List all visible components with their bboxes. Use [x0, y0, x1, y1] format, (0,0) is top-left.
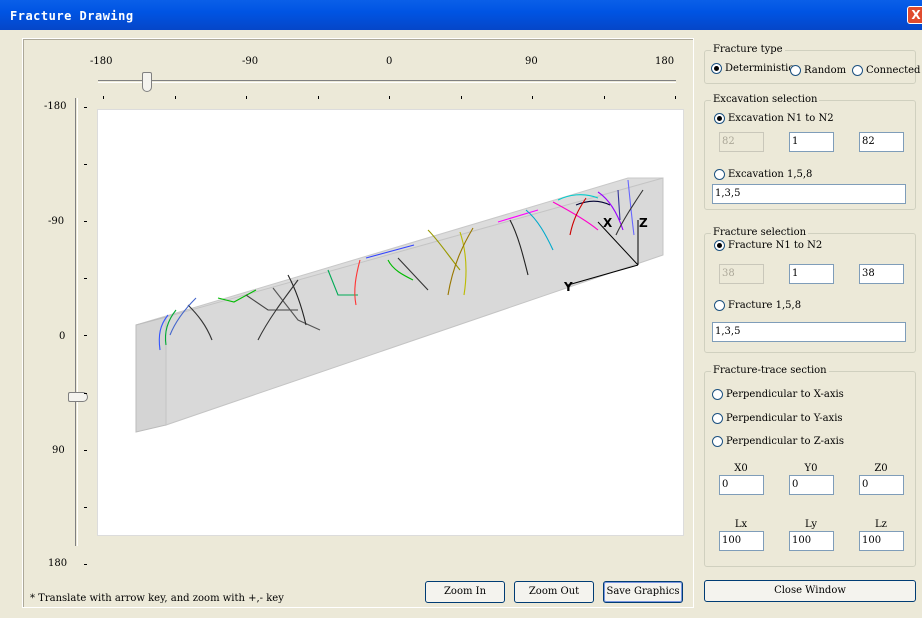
h-scale-label: -180	[90, 56, 113, 67]
lz-input[interactable]: 100	[859, 531, 904, 551]
radio-perpendicular-y[interactable]	[712, 413, 723, 424]
fracture-n2-input[interactable]: 38	[859, 264, 904, 284]
v-tick-mark	[84, 335, 87, 336]
tunnel-right-wall	[165, 177, 664, 426]
vertical-rotation-slider[interactable]	[75, 98, 78, 546]
y0-label: Y0	[804, 463, 818, 474]
h-tick-mark	[318, 96, 319, 99]
fracture-trace-section-legend: Fracture-trace section	[711, 365, 829, 376]
horizontal-slider-thumb[interactable]	[142, 72, 152, 92]
h-tick-mark	[246, 96, 247, 99]
zoom-out-button[interactable]: Zoom Out	[514, 581, 594, 603]
fracture-count-field: 38	[719, 264, 764, 284]
fracture-n1-input[interactable]: 1	[789, 264, 834, 284]
fracture-3d-canvas[interactable]: Y X Z	[97, 109, 684, 536]
perpendicular-z-label[interactable]: Perpendicular to Z-axis	[726, 436, 844, 447]
h-scale-label: 90	[525, 56, 538, 67]
connected-label[interactable]: Connected	[866, 65, 920, 76]
lx-label: Lx	[734, 519, 748, 530]
fracture-selection-legend: Fracture selection	[711, 227, 809, 238]
excavation-range-label[interactable]: Excavation N1 to N2	[728, 113, 834, 124]
h-scale-label: -90	[242, 56, 259, 67]
fracture-range-label[interactable]: Fracture N1 to N2	[728, 240, 822, 251]
v-tick-mark	[84, 221, 87, 222]
excavation-count-field: 82	[719, 132, 764, 152]
fracture-list-input[interactable]: 1,3,5	[712, 322, 906, 342]
h-tick-mark	[389, 96, 390, 99]
v-scale-label: 180	[48, 558, 68, 569]
x0-input[interactable]: 0	[719, 475, 764, 495]
save-graphics-button[interactable]: Save Graphics	[603, 581, 683, 603]
h-tick-mark	[175, 96, 176, 99]
deterministic-label[interactable]: Deterministic	[725, 63, 794, 74]
title-bar: Fracture Drawing X	[0, 0, 922, 30]
keyboard-hint: * Translate with arrow key, and zoom wit…	[30, 593, 284, 604]
radio-connected[interactable]	[852, 65, 863, 76]
lz-label: Lz	[875, 519, 887, 530]
h-tick-mark	[675, 96, 676, 99]
v-tick-mark	[84, 164, 87, 165]
radio-deterministic[interactable]	[711, 63, 722, 74]
z0-label: Z0	[874, 463, 888, 474]
z0-input[interactable]: 0	[859, 475, 904, 495]
h-tick-mark	[532, 96, 533, 99]
excavation-list-label[interactable]: Excavation 1,5,8	[728, 169, 812, 180]
v-tick-mark	[84, 393, 87, 394]
v-scale-label: 90	[52, 445, 65, 456]
zoom-in-button[interactable]: Zoom In	[425, 581, 505, 603]
radio-fracture-range[interactable]	[714, 240, 725, 251]
excavation-n1-input[interactable]: 1	[789, 132, 834, 152]
v-tick-mark	[84, 507, 87, 508]
horizontal-rotation-slider[interactable]	[98, 80, 676, 83]
axis-z-label: Z	[639, 216, 648, 230]
tunnel-left-wall	[135, 316, 167, 433]
v-scale-label: 0	[59, 331, 66, 342]
h-scale-label: 180	[655, 56, 675, 67]
h-tick-mark	[461, 96, 462, 99]
excavation-selection-legend: Excavation selection	[711, 94, 820, 105]
v-scale-label: -90	[48, 216, 65, 227]
radio-fracture-list[interactable]	[714, 300, 725, 311]
perpendicular-x-label[interactable]: Perpendicular to X-axis	[726, 389, 844, 400]
excavation-n2-input[interactable]: 82	[859, 132, 904, 152]
axis-y-label: Y	[564, 280, 573, 294]
v-tick-mark	[84, 450, 87, 451]
perpendicular-y-label[interactable]: Perpendicular to Y-axis	[726, 413, 843, 424]
y0-input[interactable]: 0	[789, 475, 834, 495]
radio-perpendicular-z[interactable]	[712, 436, 723, 447]
radio-random[interactable]	[790, 65, 801, 76]
v-tick-mark	[84, 564, 87, 565]
tunnel-fracture-drawing	[135, 177, 664, 433]
ly-input[interactable]: 100	[789, 531, 834, 551]
v-tick-mark	[84, 107, 87, 108]
random-label[interactable]: Random	[804, 65, 846, 76]
h-tick-mark	[103, 96, 104, 99]
radio-perpendicular-x[interactable]	[712, 389, 723, 400]
h-scale-label: 0	[386, 56, 393, 67]
fracture-list-label[interactable]: Fracture 1,5,8	[728, 300, 801, 311]
excavation-list-input[interactable]: 1,3,5	[712, 184, 906, 204]
v-tick-mark	[84, 278, 87, 279]
radio-excavation-list[interactable]	[714, 169, 725, 180]
x0-label: X0	[734, 463, 748, 474]
v-scale-label: -180	[44, 101, 67, 112]
fracture-type-legend: Fracture type	[711, 44, 785, 55]
close-window-icon[interactable]: X	[907, 6, 922, 24]
window-title: Fracture Drawing	[10, 9, 134, 23]
close-window-button[interactable]: Close Window	[704, 580, 916, 602]
axis-x-label: X	[603, 216, 613, 230]
ly-label: Ly	[804, 519, 818, 530]
h-tick-mark	[604, 96, 605, 99]
radio-excavation-range[interactable]	[714, 113, 725, 124]
lx-input[interactable]: 100	[719, 531, 764, 551]
